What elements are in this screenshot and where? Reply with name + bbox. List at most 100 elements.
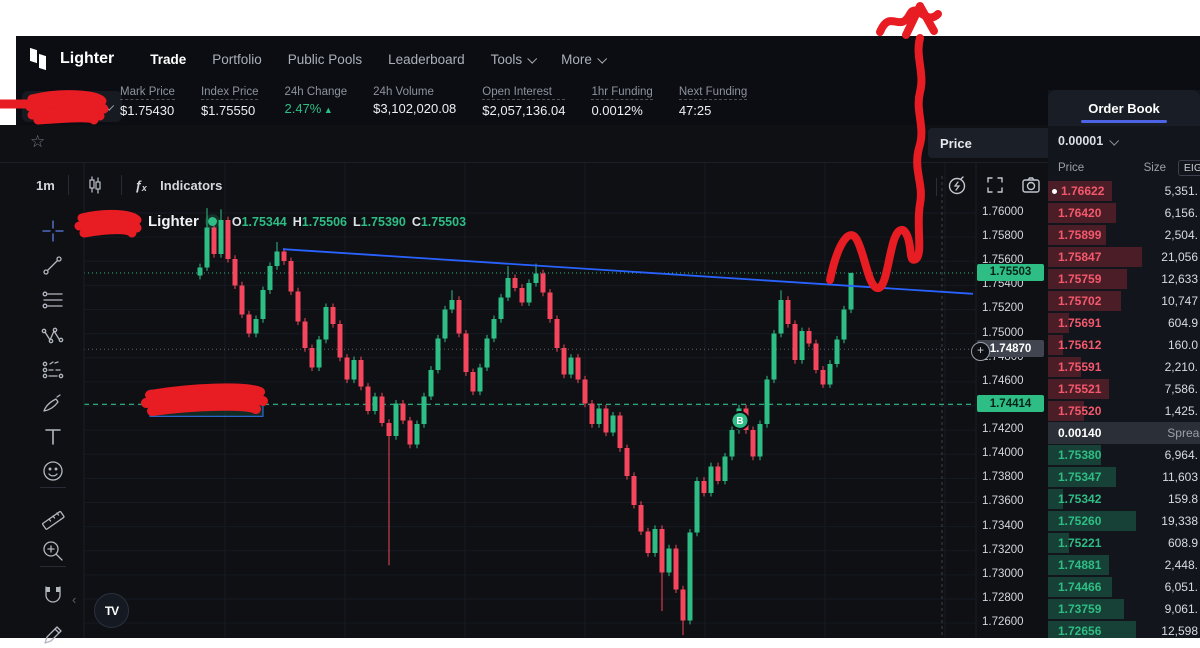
nav-item-portfolio[interactable]: Portfolio bbox=[212, 52, 262, 67]
row-price: 1.75521 bbox=[1058, 382, 1102, 396]
row-price: 1.75591 bbox=[1058, 360, 1102, 374]
divider bbox=[936, 178, 937, 196]
row-size: 2,504. bbox=[1164, 228, 1198, 242]
order-book-tab-label: Order Book bbox=[1088, 100, 1160, 116]
stat-value: 0.0012% bbox=[591, 103, 643, 118]
price-axis-tick: 1.75800 bbox=[982, 230, 1024, 243]
order-book-row-bid[interactable]: 1.74881 2,448. bbox=[1048, 554, 1200, 576]
tradingview-logo[interactable]: TV bbox=[94, 593, 129, 628]
row-price: 1.75221 bbox=[1058, 536, 1102, 550]
price-tag-level: 1.74414 bbox=[977, 395, 1044, 413]
stat-next-funding: Next Funding 47:25 bbox=[678, 86, 748, 118]
order-book-row-bid[interactable]: 1.75380 6,964. bbox=[1048, 444, 1200, 466]
order-book-row-ask[interactable]: 1.75691 604.9 bbox=[1048, 312, 1200, 334]
price-axis-tick: 1.74000 bbox=[982, 447, 1024, 460]
price-axis-tick: 1.73800 bbox=[982, 471, 1024, 484]
stat-value: $1.75550 bbox=[200, 103, 256, 118]
ohlc-value: 1.75390 bbox=[360, 214, 406, 229]
order-book-row-ask[interactable]: 1.76420 6,156. bbox=[1048, 202, 1200, 224]
alert-icon[interactable] bbox=[946, 174, 968, 196]
order-book-row-ask[interactable]: 1.75899 2,504. bbox=[1048, 224, 1200, 246]
chevron-down-icon bbox=[1109, 135, 1120, 146]
camera-screenshot-icon[interactable] bbox=[1020, 174, 1042, 196]
chevron-down-icon bbox=[527, 53, 538, 64]
price-tag-last: 1.75503 bbox=[977, 263, 1044, 281]
order-book-row-bid[interactable]: 1.75342 159.8 bbox=[1048, 488, 1200, 510]
stat-label: Index Price bbox=[200, 86, 259, 100]
row-size: 159.8 bbox=[1167, 492, 1198, 506]
spread-value: 0.00140 bbox=[1058, 426, 1102, 440]
market-selector[interactable] bbox=[22, 91, 122, 122]
nav-item-label: Trade bbox=[150, 51, 187, 67]
ohlc-key: H bbox=[292, 214, 302, 229]
order-book-row-ask[interactable]: 1.75612 160.0 bbox=[1048, 334, 1200, 356]
stat-label: Open Interest bbox=[482, 86, 566, 100]
stat-value: $2,057,136.04 bbox=[482, 103, 566, 118]
stat-label: 24h Volume bbox=[373, 86, 434, 98]
lighter-logo-icon[interactable] bbox=[28, 47, 50, 71]
order-book-row-ask[interactable]: 1.76622 5,351. bbox=[1048, 180, 1200, 202]
stat-index-price: Index Price $1.75550 bbox=[200, 86, 259, 118]
row-size: 6,964. bbox=[1164, 448, 1198, 462]
order-book-row-ask[interactable]: 1.75847 21,056 bbox=[1048, 246, 1200, 268]
row-price: 1.75899 bbox=[1058, 228, 1102, 242]
row-price: 1.74881 bbox=[1058, 558, 1102, 572]
order-book-row-bid[interactable]: 1.74466 6,051. bbox=[1048, 576, 1200, 598]
order-book-row-ask[interactable]: 1.75702 10,747 bbox=[1048, 290, 1200, 312]
order-book-row-ask[interactable]: 1.75591 2,210. bbox=[1048, 356, 1200, 378]
price-chart-canvas[interactable]: B bbox=[0, 160, 1050, 638]
svg-text:B: B bbox=[736, 416, 743, 427]
row-price: 1.75759 bbox=[1058, 272, 1102, 286]
nav-item-label: More bbox=[561, 51, 592, 67]
nav-item-trade[interactable]: Trade bbox=[150, 52, 186, 67]
price-axis-tick: 1.73200 bbox=[982, 543, 1024, 556]
nav-item-tools[interactable]: Tools bbox=[491, 52, 538, 67]
row-price: 1.75520 bbox=[1058, 404, 1102, 418]
up-arrow-icon: ▲ bbox=[321, 105, 333, 115]
row-price: 1.75612 bbox=[1058, 338, 1102, 352]
row-price: 1.73759 bbox=[1058, 602, 1102, 616]
order-book-row-bid[interactable]: 1.72656 12,598 bbox=[1048, 620, 1200, 638]
size-unit-badge[interactable]: EIG bbox=[1177, 160, 1200, 176]
nav-item-public-pools[interactable]: Public Pools bbox=[288, 52, 362, 67]
order-book-row-ask[interactable]: 1.75759 12,633 bbox=[1048, 268, 1200, 290]
order-book-row-ask[interactable]: 1.75521 7,586. bbox=[1048, 378, 1200, 400]
row-size: 5,351. bbox=[1164, 184, 1198, 198]
stat-1hr-funding: 1hr Funding 0.0012% bbox=[591, 86, 653, 118]
watchlist-bar: ☆ bbox=[0, 125, 1048, 163]
order-book-row-bid[interactable]: 1.75347 11,603 bbox=[1048, 466, 1200, 488]
row-size: 9,061. bbox=[1164, 602, 1198, 616]
stat-label: 24h Change bbox=[284, 86, 348, 98]
status-dot-icon bbox=[207, 217, 217, 226]
price-axis-tick: 1.73600 bbox=[982, 495, 1024, 508]
favorite-star-icon[interactable]: ☆ bbox=[30, 132, 45, 152]
row-price: 1.75260 bbox=[1058, 514, 1102, 528]
price-axis-tick: 1.76000 bbox=[982, 206, 1024, 218]
row-size: 608.9 bbox=[1167, 536, 1198, 550]
order-book-tab[interactable]: Order Book bbox=[1048, 90, 1200, 126]
price-axis-tick: 1.75000 bbox=[982, 326, 1024, 339]
ohlc-value: 1.75506 bbox=[301, 214, 347, 229]
chart-legend: Lighter O 1.75344 H 1.75506 L 1.75390 C 1.75503 bbox=[148, 213, 466, 230]
nav-item-more[interactable]: More bbox=[561, 51, 608, 67]
fullscreen-icon[interactable] bbox=[984, 174, 1006, 196]
order-book-row-bid[interactable]: 1.75260 19,338 bbox=[1048, 510, 1200, 532]
order-book-row-ask[interactable]: 1.75520 1,425. bbox=[1048, 400, 1200, 422]
row-size: 1,425. bbox=[1164, 404, 1198, 418]
row-size: 604.9 bbox=[1167, 316, 1198, 330]
price-axis-tick: 1.72800 bbox=[982, 591, 1024, 604]
nav-item-leaderboard[interactable]: Leaderboard bbox=[388, 52, 465, 67]
ohlc-value: 1.75503 bbox=[420, 214, 467, 229]
tick-size-dropdown[interactable]: 0.00001 bbox=[1048, 126, 1200, 156]
price-axis-tick: 1.72600 bbox=[982, 616, 1024, 629]
stat-24h-volume: 24h Volume $3,102,020.08 bbox=[373, 86, 456, 118]
main-nav: Lighter Trade Portfolio Public Pools Leader… bbox=[28, 36, 631, 82]
order-book-row-bid[interactable]: 1.75221 608.9 bbox=[1048, 532, 1200, 554]
last-trade-dot-icon bbox=[1052, 188, 1057, 194]
order-book-row-bid[interactable]: 1.73759 9,061. bbox=[1048, 598, 1200, 620]
col-size-label: Size bbox=[1143, 162, 1166, 174]
ohlc-key: C bbox=[411, 214, 421, 229]
page: { "nav": { "brand": "Lighter", "items": … bbox=[0, 0, 1200, 644]
add-order-plus-icon[interactable]: + bbox=[971, 342, 990, 361]
legend-venue: Lighter bbox=[148, 213, 199, 230]
